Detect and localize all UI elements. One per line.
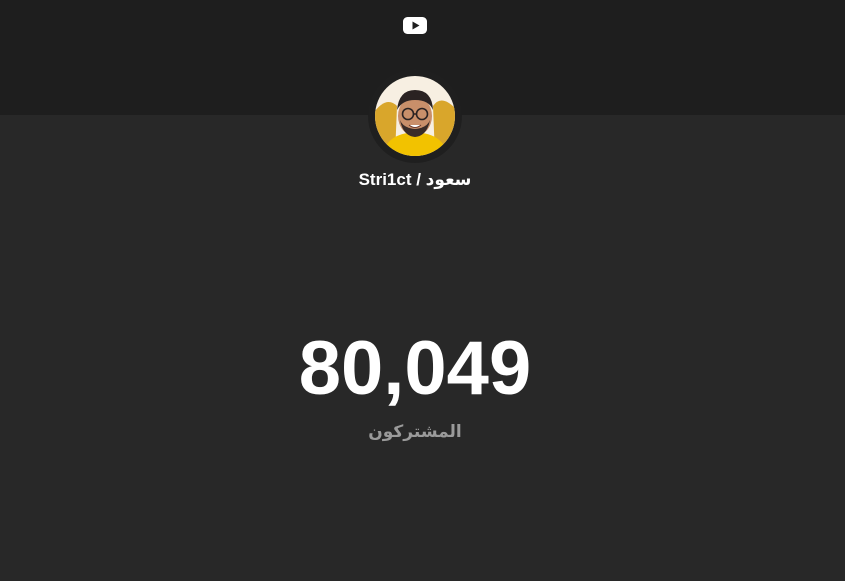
avatar-image: [375, 76, 455, 156]
subscriber-label: المشتركون: [368, 422, 462, 441]
subscriber-count: 80,049: [298, 326, 532, 411]
subscriber-counter-page: سعود / Stri1ct 80,049 المشتركون: [0, 0, 845, 581]
channel-avatar[interactable]: [375, 76, 455, 156]
channel-name: سعود / Stri1ct: [358, 170, 472, 189]
youtube-icon[interactable]: [403, 16, 427, 35]
